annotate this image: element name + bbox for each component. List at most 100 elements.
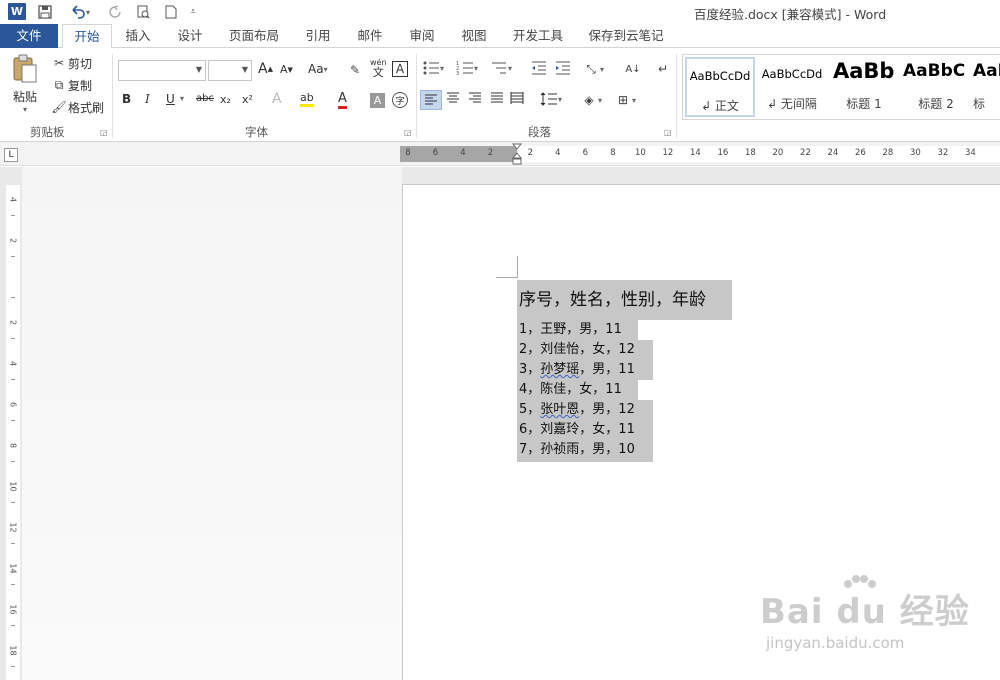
style-heading-2[interactable]: AaBbC 标题 2 (901, 57, 971, 117)
align-center-button[interactable] (446, 92, 460, 104)
paste-button[interactable]: 粘贴 ▾ (8, 54, 42, 120)
customize-qa-icon[interactable]: ⩡ (186, 3, 200, 21)
italic-button[interactable]: I (145, 92, 150, 106)
style-heading-1[interactable]: AaBb 标题 1 (829, 57, 899, 117)
paragraph-launcher-icon[interactable]: ◲ (664, 128, 672, 137)
multilevel-list-icon (492, 62, 506, 74)
tab-home[interactable]: 开始 (62, 24, 112, 49)
undo-icon[interactable]: ▾ (66, 3, 94, 21)
row-rest: ，男，11 (579, 362, 635, 377)
save-icon[interactable] (36, 3, 54, 21)
font-color-button[interactable]: A (338, 91, 347, 109)
font-name-combo[interactable]: ▼ (118, 60, 206, 81)
tab-selector[interactable]: L (4, 148, 18, 162)
superscript-button[interactable]: x² (242, 93, 253, 106)
highlight-button[interactable]: ab (300, 91, 314, 107)
character-shading-button[interactable]: A (370, 93, 385, 108)
multilevel-list-button[interactable]: ▾ (490, 60, 512, 76)
bullets-button[interactable]: ▾ (422, 60, 444, 76)
bold-button[interactable]: B (122, 92, 131, 106)
format-painter-button[interactable]: 🖌 格式刷 (50, 98, 104, 116)
enclose-characters-button[interactable]: 字 (392, 92, 408, 108)
eraser-icon: ✎ (349, 63, 361, 77)
change-case-button[interactable]: Aa ▾ (308, 62, 328, 76)
subscript-button[interactable]: x₂ (220, 93, 231, 106)
decrease-indent-button[interactable] (530, 60, 548, 76)
clipboard-launcher-icon[interactable]: ◲ (100, 128, 108, 137)
tab-references[interactable]: 引用 (298, 24, 338, 48)
ruler-number: 34 (964, 148, 976, 158)
align-center-icon (447, 92, 459, 103)
align-right-icon (469, 92, 481, 103)
chinese-layout-button[interactable]: ⤡ ▾ (582, 60, 604, 78)
document-heading[interactable]: 序号，姓名，性别，年龄 (517, 280, 732, 320)
margin-corner-mark (517, 256, 518, 278)
shrink-font-button[interactable]: A ▼ (280, 63, 293, 76)
tab-page-layout[interactable]: 页面布局 (222, 24, 286, 48)
clear-format-button[interactable]: ✎ (346, 61, 364, 79)
canvas-margin-area (22, 167, 402, 680)
copy-icon: ⧉ (54, 77, 64, 92)
text-effects-button[interactable]: A (272, 91, 282, 107)
document-row[interactable]: 4，陈佳，女，11 (517, 380, 638, 400)
ruler-tick (11, 502, 15, 503)
increase-indent-button[interactable] (554, 60, 572, 76)
document-row[interactable]: 6，刘嘉玲，女，11 (517, 420, 653, 440)
vertical-ruler[interactable]: 4 2 2 4 6 8 10 12 14 16 18 (6, 185, 20, 680)
align-left-button[interactable] (420, 90, 442, 110)
line-spacing-button[interactable]: ▾ (540, 92, 562, 106)
tab-insert[interactable]: 插入 (118, 24, 158, 48)
cut-label: 剪切 (68, 56, 93, 71)
new-document-icon[interactable] (162, 3, 180, 21)
tab-review[interactable]: 审阅 (402, 24, 442, 48)
document-row[interactable]: 1，王野，男，11 (517, 320, 638, 340)
style-normal[interactable]: AaBbCcDd ↲ 正文 (685, 57, 755, 117)
redo-icon[interactable] (106, 3, 124, 21)
show-marks-button[interactable]: ↵ (654, 60, 672, 78)
horizontal-ruler[interactable]: 8 6 4 2 2 4 6 8 10 12 14 16 18 20 22 24 26 28 30 32 34 (400, 146, 1000, 162)
paste-icon (13, 54, 37, 83)
tab-design[interactable]: 设计 (170, 24, 210, 48)
tab-developer[interactable]: 开发工具 (506, 24, 570, 48)
cut-button[interactable]: ✂ 剪切 (50, 54, 92, 72)
font-size-combo[interactable]: ▼ (208, 60, 252, 81)
phonetic-guide-button[interactable]: wén 文 (370, 58, 387, 78)
row-name: 孙梦瑶 (540, 362, 580, 377)
divider (112, 54, 113, 138)
ruler-tick (11, 666, 15, 667)
indent-marker-icon[interactable] (512, 143, 522, 165)
borders-button[interactable]: ⊞ ▾ (614, 91, 636, 109)
character-border-button[interactable]: A (392, 61, 408, 77)
shading-button[interactable]: ◈ ▾ (580, 91, 602, 109)
divider (676, 54, 677, 138)
tab-mailings[interactable]: 邮件 (350, 24, 390, 48)
sort-button[interactable]: A↓ (624, 60, 642, 78)
underline-dropdown-icon[interactable]: ▾ (180, 94, 184, 103)
numbering-button[interactable]: 1 2 3 ▾ (456, 60, 478, 76)
distributed-button[interactable] (510, 92, 524, 104)
row-name: 孙祯雨 (540, 442, 580, 457)
justify-button[interactable] (490, 92, 504, 104)
tab-save-to-cloud-notes[interactable]: 保存到云笔记 (582, 24, 670, 48)
grow-font-button[interactable]: A ▲ (258, 61, 273, 77)
phonetic-guide-sub: 文 (372, 66, 384, 79)
ruler-number: 2 (8, 237, 18, 244)
align-right-button[interactable] (468, 92, 482, 104)
style-no-spacing[interactable]: AaBbCcDd ↲ 无间隔 (757, 57, 827, 117)
tab-view[interactable]: 视图 (454, 24, 494, 48)
tab-file[interactable]: 文件 (0, 24, 58, 48)
style-title[interactable]: AaI 标 (973, 57, 1000, 117)
font-launcher-icon[interactable]: ◲ (404, 128, 412, 137)
ruler-tick (11, 543, 15, 544)
document-row[interactable]: 5，张叶恩，男，12 (517, 400, 653, 420)
svg-text:3: 3 (456, 71, 459, 76)
document-row[interactable]: 2，刘佳怡，女，12 (517, 340, 653, 360)
print-preview-icon[interactable] (134, 3, 152, 21)
paste-label: 粘贴 (12, 90, 37, 104)
document-row[interactable]: 3，孙梦瑶，男，11 (517, 360, 653, 380)
numbering-icon: 123 (456, 61, 473, 76)
document-row[interactable]: 7，孙祯雨，男，10 (517, 440, 653, 462)
copy-button[interactable]: ⧉ 复制 (50, 76, 92, 94)
underline-button[interactable]: U (166, 92, 175, 106)
strikethrough-button[interactable]: abc (196, 93, 214, 104)
